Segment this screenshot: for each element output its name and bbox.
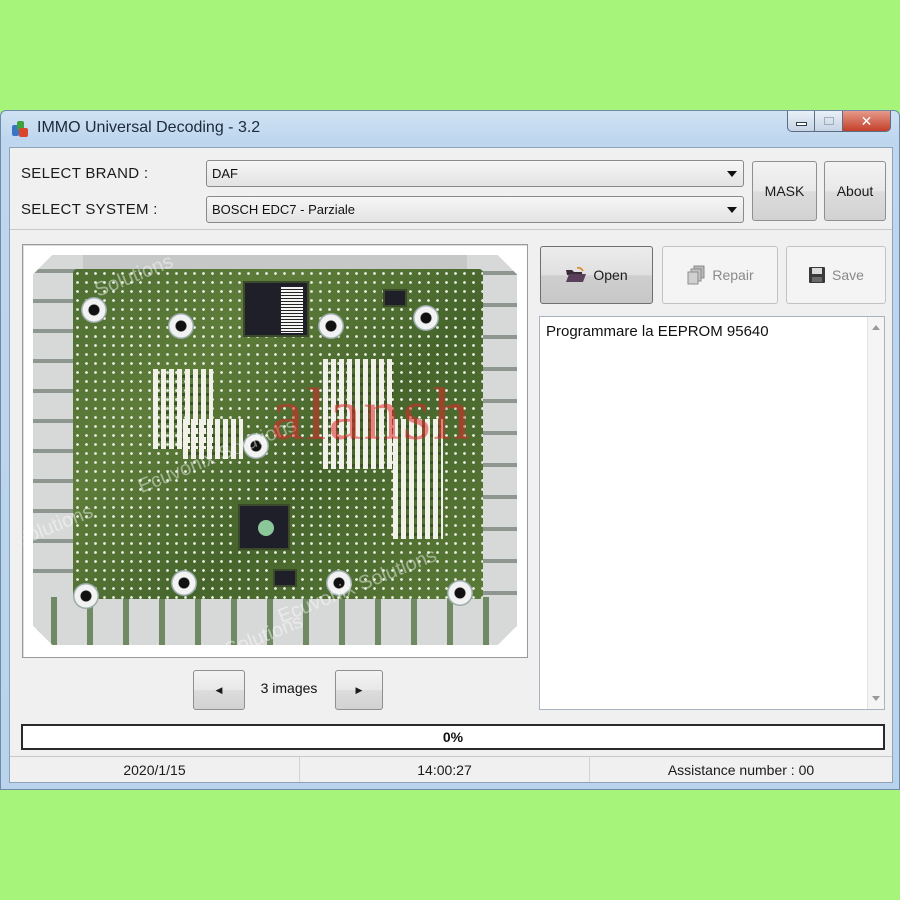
chevron-down-icon	[727, 207, 737, 213]
mask-button[interactable]: MASK	[752, 161, 817, 221]
selection-panel: SELECT BRAND : DAF SELECT SYSTEM : BOSCH…	[10, 148, 892, 230]
maximize-button[interactable]	[815, 111, 843, 132]
status-bar: 2020/1/15 14:00:27 Assistance number : 0…	[10, 756, 892, 782]
log-scrollbar[interactable]	[867, 317, 884, 709]
brand-select[interactable]: DAF	[206, 160, 744, 187]
repair-button-label: Repair	[712, 267, 754, 283]
ecu-board-image	[33, 255, 517, 645]
save-button[interactable]: Save	[786, 246, 886, 304]
log-message: Programmare la EEPROM 95640	[546, 323, 769, 340]
ecu-image-viewer: Solutions Ecuvonix Solutions Solutions E…	[22, 244, 528, 658]
brand-select-value: DAF	[212, 166, 238, 181]
system-select[interactable]: BOSCH EDC7 - Parziale	[206, 196, 744, 223]
ecu-processor	[238, 504, 290, 550]
about-button[interactable]: About	[824, 161, 886, 221]
app-window: IMMO Universal Decoding - 3.2 ✕ SELECT B…	[0, 110, 900, 790]
status-date: 2020/1/15	[10, 757, 300, 782]
status-time: 14:00:27	[300, 757, 590, 782]
floppy-disk-icon	[809, 267, 826, 283]
ecu-chip	[243, 281, 309, 337]
chevron-right-icon: ▶	[355, 684, 363, 695]
save-button-label: Save	[832, 267, 864, 283]
minimize-button[interactable]	[787, 111, 815, 132]
previous-image-button[interactable]: ◀	[193, 670, 245, 710]
progress-label: 0%	[442, 729, 464, 745]
image-count-label: 3 images	[260, 680, 318, 696]
repair-pages-icon	[687, 265, 705, 285]
chevron-left-icon: ◀	[215, 684, 223, 695]
message-log[interactable]: Programmare la EEPROM 95640	[539, 316, 885, 710]
close-button[interactable]: ✕	[843, 111, 891, 132]
system-select-value: BOSCH EDC7 - Parziale	[212, 202, 356, 217]
maximize-icon	[823, 117, 834, 125]
window-title: IMMO Universal Decoding - 3.2	[37, 119, 261, 136]
scroll-up-icon[interactable]	[872, 325, 880, 330]
client-area: SELECT BRAND : DAF SELECT SYSTEM : BOSCH…	[9, 147, 893, 783]
open-button[interactable]: Open	[540, 246, 653, 304]
system-label: SELECT SYSTEM :	[21, 201, 158, 218]
progress-bar: 0%	[21, 724, 885, 750]
about-button-label: About	[836, 183, 874, 199]
status-assistance-number: Assistance number : 00	[667, 761, 815, 778]
mask-button-label: MASK	[764, 183, 805, 199]
chevron-down-icon	[727, 171, 737, 177]
close-icon: ✕	[860, 112, 873, 129]
minimize-icon	[795, 121, 807, 126]
next-image-button[interactable]: ▶	[335, 670, 383, 710]
repair-button[interactable]: Repair	[662, 246, 778, 304]
brand-label: SELECT BRAND :	[21, 165, 149, 182]
title-bar[interactable]: IMMO Universal Decoding - 3.2 ✕	[1, 111, 899, 147]
scroll-down-icon[interactable]	[872, 696, 880, 701]
window-controls: ✕	[787, 111, 891, 133]
app-logo-icon	[11, 120, 29, 138]
folder-open-icon	[566, 267, 587, 282]
open-button-label: Open	[593, 267, 628, 283]
